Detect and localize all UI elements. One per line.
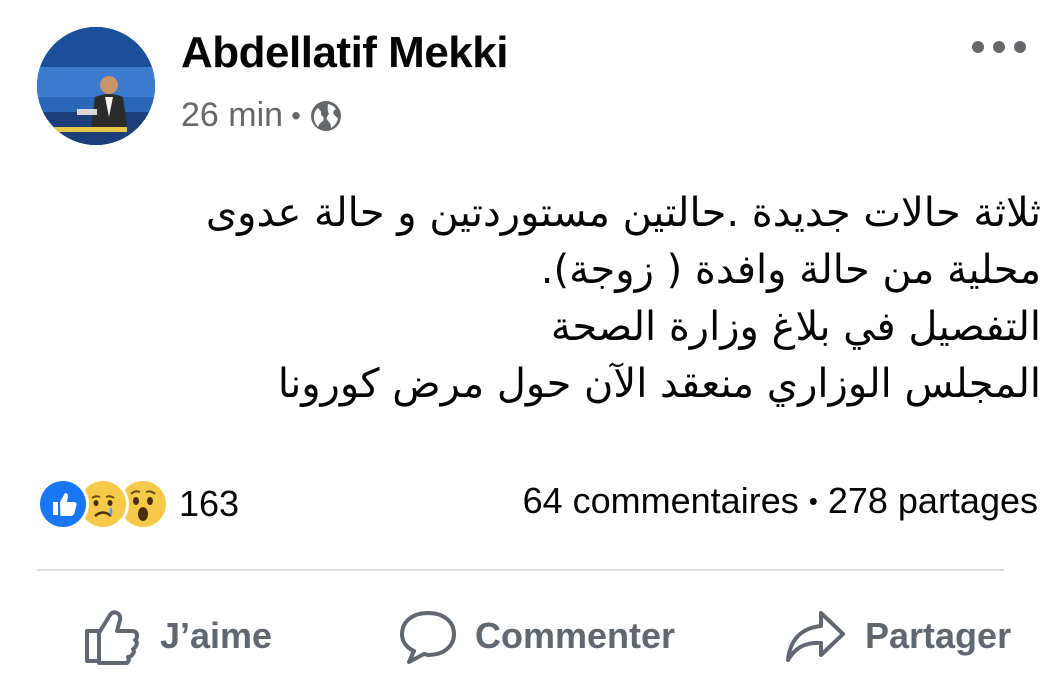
engagement-stats: 64 commentaires • 278 partages (523, 480, 1038, 522)
author-avatar[interactable] (37, 27, 155, 145)
share-label: Partager (865, 615, 1012, 656)
like-icon (37, 478, 89, 530)
comments-count[interactable]: 64 commentaires (523, 480, 799, 522)
stats-separator: • (808, 485, 818, 516)
meta-separator: • (291, 99, 301, 131)
comment-icon (400, 611, 456, 664)
post-actions: J’aime Commenter Partager (0, 600, 1041, 672)
post-author-name[interactable]: Abdellatif Mekki (181, 28, 508, 78)
avatar-photo (37, 27, 155, 145)
comment-label: Commenter (475, 615, 676, 656)
post-timestamp[interactable]: 26 min (181, 96, 283, 135)
post-line: المجلس الوزاري منعقد الآن حول مرض كورونا (277, 361, 1041, 407)
divider (37, 569, 1004, 571)
post-line: التفصيل في بلاغ وزارة الصحة (550, 304, 1041, 350)
post-body: ثلاثة حالات جديدة .حالتين مستوردتين و حا… (120, 185, 1041, 413)
more-horizontal-icon[interactable] (972, 32, 1026, 62)
reactions-summary[interactable]: 163 (37, 478, 239, 530)
post-line: ثلاثة حالات جديدة .حالتين مستوردتين و حا… (205, 190, 1041, 236)
thumbs-up-icon (85, 610, 139, 665)
post-line: محلية من حالة وافدة ( زوجة). (540, 247, 1041, 293)
comment-button[interactable]: Commenter (399, 600, 675, 672)
reaction-count: 163 (179, 483, 240, 524)
like-label: J’aime (160, 615, 273, 656)
post-meta: 26 min • (181, 96, 343, 135)
like-button[interactable]: J’aime (84, 600, 272, 672)
shares-count[interactable]: 278 partages (828, 480, 1038, 522)
share-button[interactable]: Partager (785, 600, 1011, 672)
globe-icon (309, 99, 343, 133)
share-icon (786, 611, 845, 662)
